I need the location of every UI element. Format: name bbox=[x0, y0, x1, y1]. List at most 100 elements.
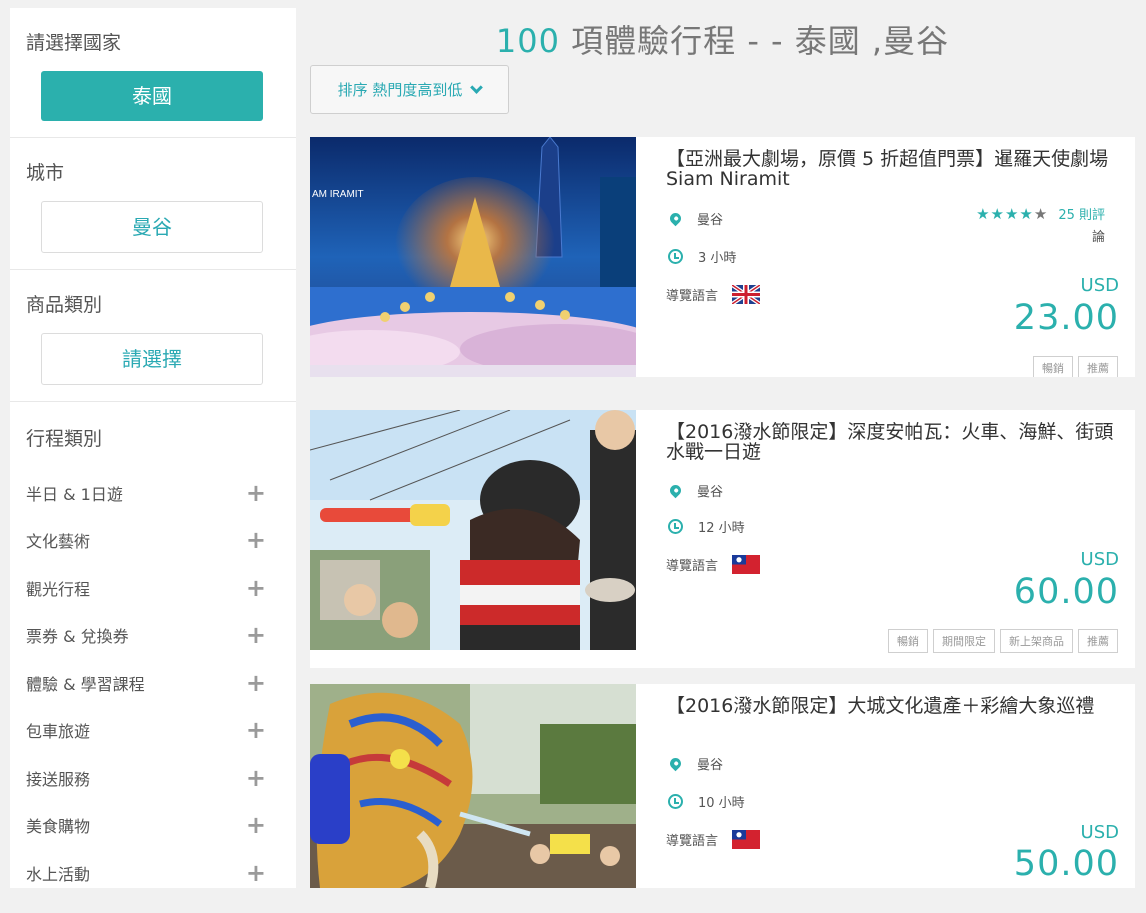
trip-category-item[interactable]: 半日 & 1日遊 + bbox=[26, 469, 280, 517]
duration-text: 12 小時 bbox=[698, 520, 745, 536]
listing-info: 【2016潑水節限定】深度安帕瓦：火車、海鮮、街頭水戰一日遊 曼谷 12 小時 … bbox=[636, 410, 1135, 668]
location-text: 曼谷 bbox=[697, 484, 724, 500]
location-pin-icon bbox=[667, 755, 684, 771]
clock-icon bbox=[668, 518, 683, 534]
price-value: 50.00 bbox=[1013, 844, 1119, 884]
plus-icon[interactable]: + bbox=[246, 623, 266, 647]
trip-category-item[interactable]: 水上活動 + bbox=[26, 849, 280, 897]
location-text: 曼谷 bbox=[697, 212, 724, 228]
listing-image[interactable] bbox=[310, 684, 636, 888]
taiwan-flag-icon bbox=[732, 829, 761, 849]
plus-icon[interactable]: + bbox=[246, 576, 266, 600]
tag-badge: 推薦 bbox=[1078, 629, 1118, 653]
listing-duration: 10 小時 bbox=[666, 782, 1117, 820]
price-value: 23.00 bbox=[1013, 298, 1119, 338]
trip-category-item[interactable]: 觀光行程 + bbox=[26, 564, 280, 612]
listing-title[interactable]: 【亞洲最大劇場，原價 5 折超值門票】暹羅天使劇場 Siam Niramit bbox=[666, 149, 1117, 189]
chevron-down-icon bbox=[470, 80, 484, 94]
filter-sidebar: 請選擇國家 泰國 城市 曼谷 商品類別 請選擇 行程類別 半日 & 1日遊 + 文… bbox=[10, 8, 296, 888]
theater-stage-image: AM IRAMIT bbox=[310, 137, 636, 377]
plus-icon[interactable]: + bbox=[246, 481, 266, 505]
plus-icon[interactable]: + bbox=[246, 861, 266, 885]
trip-category-label: 文化藝術 bbox=[26, 532, 91, 552]
country-filter: 請選擇國家 泰國 bbox=[10, 8, 296, 138]
plus-icon[interactable]: + bbox=[246, 671, 266, 695]
taiwan-flag-icon bbox=[732, 554, 761, 574]
language-label: 導覽語言 bbox=[666, 288, 719, 304]
listing-tags: 暢銷 期間限定 新上架商品 推薦 bbox=[888, 629, 1118, 653]
city-select-button[interactable]: 曼谷 bbox=[41, 201, 263, 253]
language-label: 導覽語言 bbox=[666, 833, 719, 849]
uk-flag-icon bbox=[732, 284, 761, 304]
review-count: 25 則評 bbox=[1058, 208, 1105, 223]
city-filter-title: 城市 bbox=[26, 162, 65, 184]
page-title: 100 項體驗行程 - - 泰國 ,曼谷 bbox=[310, 0, 1135, 70]
product-category-filter: 商品類別 請選擇 bbox=[10, 270, 296, 402]
trip-category-label: 觀光行程 bbox=[26, 579, 91, 599]
price-value: 60.00 bbox=[1013, 572, 1119, 612]
listing-card[interactable]: 【2016潑水節限定】深度安帕瓦：火車、海鮮、街頭水戰一日遊 曼谷 12 小時 … bbox=[310, 410, 1135, 668]
trip-category-item[interactable]: 接送服務 + bbox=[26, 754, 280, 802]
currency-label: USD bbox=[1080, 275, 1119, 296]
clock-icon bbox=[668, 793, 683, 809]
listing-area: 100 項體驗行程 - - 泰國 ,曼谷 排序 熱門度高到低 AM IRAMIT… bbox=[310, 0, 1135, 888]
listing-title[interactable]: 【2016潑水節限定】大城文化遺產＋彩繪大象巡禮 bbox=[666, 696, 1117, 716]
water-festival-image bbox=[310, 410, 636, 650]
tag-badge: 期間限定 bbox=[933, 629, 995, 653]
trip-category-title: 行程類別 bbox=[26, 428, 103, 450]
listing-tags: 暢銷 推薦 bbox=[1033, 356, 1118, 377]
listing-location: 曼谷 bbox=[666, 744, 1117, 782]
currency-label: USD bbox=[1080, 822, 1119, 843]
listing-card[interactable]: 【2016潑水節限定】大城文化遺產＋彩繪大象巡禮 曼谷 10 小時 導覽語言 U… bbox=[310, 684, 1135, 888]
location-pin-icon bbox=[667, 482, 684, 498]
listing-location: 曼谷 bbox=[666, 472, 1117, 508]
trip-category-list: 半日 & 1日遊 + 文化藝術 + 觀光行程 + 票券 & 兌換券 + 體驗 & 學習課… bbox=[26, 469, 280, 897]
currency-label: USD bbox=[1080, 549, 1119, 570]
listing-image[interactable]: AM IRAMIT bbox=[310, 137, 636, 377]
listing-info: 【2016潑水節限定】大城文化遺產＋彩繪大象巡禮 曼谷 10 小時 導覽語言 U… bbox=[636, 684, 1135, 888]
product-category-select-button[interactable]: 請選擇 bbox=[41, 333, 263, 385]
country-filter-title: 請選擇國家 bbox=[26, 32, 122, 54]
listing-duration: 12 小時 bbox=[666, 508, 1117, 544]
trip-category-label: 水上活動 bbox=[26, 864, 91, 884]
product-category-title: 商品類別 bbox=[26, 294, 103, 316]
tag-badge: 暢銷 bbox=[888, 629, 928, 653]
listing-image[interactable] bbox=[310, 410, 636, 650]
painted-elephant-image bbox=[310, 684, 636, 888]
theater-logo-text: AM IRAMIT bbox=[312, 189, 364, 200]
star-rating-icon: ★★★★★ bbox=[976, 205, 1049, 223]
clock-icon bbox=[668, 248, 683, 264]
trip-category-item[interactable]: 票券 & 兌換券 + bbox=[26, 612, 280, 660]
location-text: 曼谷 bbox=[697, 757, 724, 773]
tag-badge: 新上架商品 bbox=[1000, 629, 1073, 653]
city-filter: 城市 曼谷 bbox=[10, 138, 296, 270]
trip-category-item[interactable]: 文化藝術 + bbox=[26, 517, 280, 565]
sort-dropdown[interactable]: 排序 熱門度高到低 bbox=[310, 65, 509, 114]
plus-icon[interactable]: + bbox=[246, 766, 266, 790]
listing-title[interactable]: 【2016潑水節限定】深度安帕瓦：火車、海鮮、街頭水戰一日遊 bbox=[666, 422, 1117, 462]
tag-badge: 推薦 bbox=[1078, 356, 1118, 377]
trip-category-filter: 行程類別 半日 & 1日遊 + 文化藝術 + 觀光行程 + 票券 & 兌換券 + 體驗 … bbox=[10, 402, 296, 913]
trip-category-label: 包車旅遊 bbox=[26, 722, 91, 742]
listing-info: 【亞洲最大劇場，原價 5 折超值門票】暹羅天使劇場 Siam Niramit 曼… bbox=[636, 137, 1135, 377]
country-select-button[interactable]: 泰國 bbox=[41, 71, 263, 121]
location-pin-icon bbox=[667, 210, 684, 226]
trip-category-item[interactable]: 體驗 & 學習課程 + bbox=[26, 659, 280, 707]
trip-category-label: 票券 & 兌換券 bbox=[26, 627, 129, 647]
listing-card[interactable]: AM IRAMIT 【亞洲最大劇場，原價 5 折超值門票】暹羅天使劇場 Siam… bbox=[310, 137, 1135, 377]
review-count-tail: 論 bbox=[1091, 230, 1105, 245]
trip-category-label: 接送服務 bbox=[26, 769, 91, 789]
trip-category-label: 半日 & 1日遊 bbox=[26, 484, 123, 504]
plus-icon[interactable]: + bbox=[246, 528, 266, 552]
duration-text: 3 小時 bbox=[698, 250, 737, 266]
sort-label: 排序 熱門度高到低 bbox=[337, 81, 463, 99]
listing-rating[interactable]: ★★★★★ 25 則評 論 bbox=[945, 203, 1105, 249]
trip-category-item[interactable]: 美食購物 + bbox=[26, 802, 280, 850]
language-label: 導覽語言 bbox=[666, 558, 719, 574]
plus-icon[interactable]: + bbox=[246, 718, 266, 742]
trip-category-label: 美食購物 bbox=[26, 817, 91, 837]
trip-category-item[interactable]: 包車旅遊 + bbox=[26, 707, 280, 755]
tag-badge: 暢銷 bbox=[1033, 356, 1073, 377]
plus-icon[interactable]: + bbox=[246, 813, 266, 837]
duration-text: 10 小時 bbox=[698, 795, 745, 811]
